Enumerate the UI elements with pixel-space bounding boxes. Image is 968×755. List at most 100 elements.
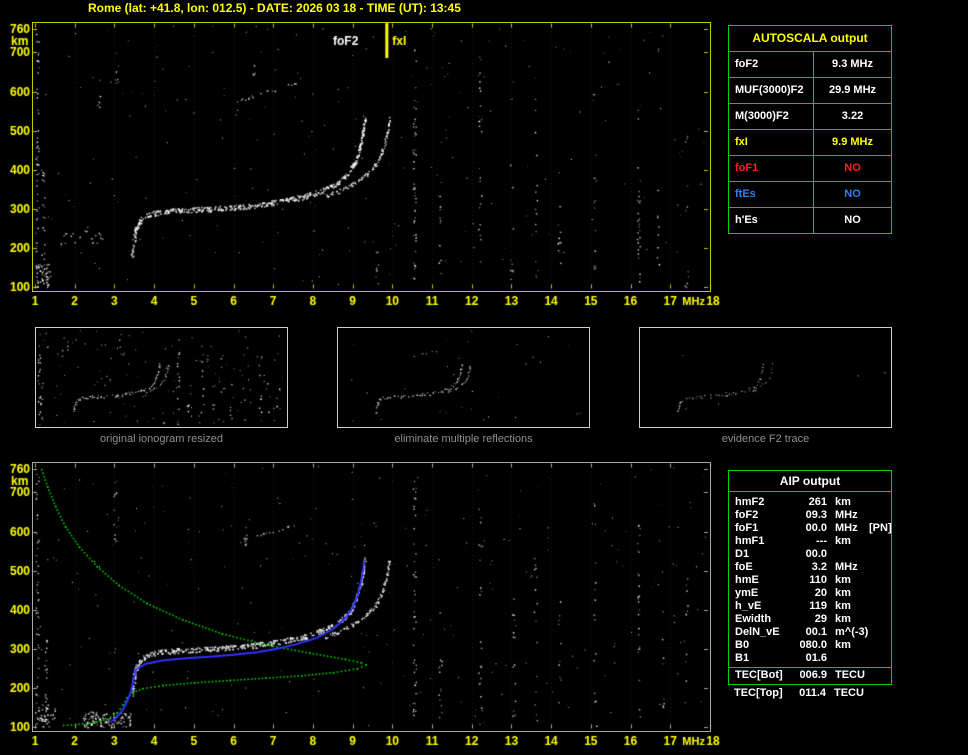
aip-cell-n: B1 bbox=[735, 652, 750, 664]
aip-cell-n: hmE bbox=[735, 574, 759, 586]
aip-cell-v: 110 bbox=[809, 574, 827, 586]
aip-row: hmE 110 km bbox=[729, 574, 891, 587]
aip-cell-v: 261 bbox=[808, 496, 827, 508]
aip-cell-v: 01.6 bbox=[805, 652, 827, 664]
aip-cell-n: Ewidth bbox=[735, 613, 772, 625]
aip-cell-u bbox=[827, 548, 867, 561]
aip-cell-e bbox=[867, 600, 891, 613]
aip-cell-n: foF1 bbox=[735, 522, 759, 534]
aip-tec-top-row: TEC[Top] 011.4 TECU bbox=[728, 687, 890, 700]
aip-table-rows: hmF2 261 km foF2 09.3 MHz foF1 00.0 MHz [PN] hmF1 -… bbox=[729, 496, 892, 665]
aip-cell-n: D1 bbox=[735, 548, 750, 560]
aip-cell-v: 09.3 bbox=[805, 509, 827, 521]
aip-row: h_vE 119 km bbox=[729, 600, 891, 613]
aip-cell-u: TECU bbox=[835, 669, 865, 681]
aip-cell-v: 00.0 bbox=[805, 548, 827, 560]
autoscala-row-label: h'Es bbox=[729, 208, 814, 233]
aip-cell-e bbox=[867, 669, 891, 682]
autoscala-row: foF1 NO bbox=[729, 156, 891, 182]
aip-row: DelN_vE 00.1 m^(-3) bbox=[729, 626, 891, 639]
autoscala-row-label: foF1 bbox=[729, 156, 814, 181]
aip-cell-u: MHz bbox=[835, 522, 858, 534]
autoscala-row-value: NO bbox=[844, 188, 861, 200]
aip-tec-bot-row: TEC[Bot] 006.9 TECU bbox=[729, 669, 891, 682]
aip-cell-v: 006.9 bbox=[799, 669, 827, 681]
aip-cell-e bbox=[867, 561, 891, 574]
autoscala-row-value: NO bbox=[844, 162, 861, 174]
aip-row: B0 080.0 km bbox=[729, 639, 891, 652]
station-title: Rome (lat: +41.8, lon: 012.5) - DATE: 20… bbox=[88, 1, 461, 15]
aip-cell-u: km bbox=[835, 613, 851, 625]
autoscala-row-value: 29.9 MHz bbox=[828, 84, 877, 96]
aip-cell-e bbox=[867, 496, 891, 509]
autoscala-row: foF2 9.3 MHz bbox=[729, 52, 891, 78]
aip-row: TEC[Bot] 006.9 TECU bbox=[729, 669, 891, 682]
aip-row: B1 01.6 bbox=[729, 652, 891, 665]
autoscala-row-label: foF2 bbox=[729, 52, 814, 77]
aip-cell-n: TEC[Bot] bbox=[735, 669, 783, 681]
aip-row: foF1 00.0 MHz [PN] bbox=[729, 522, 892, 535]
aip-cell-n: h_vE bbox=[735, 600, 762, 612]
autoscala-row-value: 9.3 MHz bbox=[832, 58, 873, 70]
aip-row: hmF2 261 km bbox=[729, 496, 891, 509]
autoscala-row: M(3000)F2 3.22 bbox=[729, 104, 891, 130]
thumbnail-caption-eliminate: eliminate multiple reflections bbox=[394, 433, 533, 445]
aip-cell-u: km bbox=[835, 639, 851, 651]
aip-cell-u: km bbox=[835, 535, 851, 547]
aip-cell-n: DelN_vE bbox=[735, 626, 780, 638]
aip-cell-e bbox=[867, 535, 891, 548]
aip-cell-n: foE bbox=[735, 561, 753, 573]
autoscala-row-label: ftEs bbox=[729, 182, 814, 207]
aip-cell-u: MHz bbox=[835, 561, 858, 573]
autoscala-row-label: MUF(3000)F2 bbox=[729, 78, 814, 103]
aip-table-header: AIP output bbox=[729, 471, 891, 492]
aip-cell-u bbox=[827, 652, 867, 665]
aip-cell-v: 00.1 bbox=[805, 626, 827, 638]
aip-row: TEC[Top] 011.4 TECU bbox=[728, 687, 890, 700]
autoscala-row-label: fxI bbox=[729, 130, 814, 155]
aip-cell-e bbox=[867, 548, 891, 561]
aip-row: D1 00.0 bbox=[729, 548, 891, 561]
autoscala-table-header: AUTOSCALA output bbox=[729, 26, 891, 52]
aip-cell-n: hmF2 bbox=[735, 496, 765, 508]
aip-cell-v: 29 bbox=[814, 613, 827, 625]
aip-cell-n: hmF1 bbox=[735, 535, 765, 547]
aip-cell-u: km bbox=[835, 587, 851, 599]
autoscala-row-value: 9.9 MHz bbox=[832, 136, 873, 148]
aip-row: ymE 20 km bbox=[729, 587, 891, 600]
aip-cell-v: 00.0 bbox=[805, 522, 827, 534]
autoscala-row: h'Es NO bbox=[729, 208, 891, 233]
aip-row: foE 3.2 MHz bbox=[729, 561, 891, 574]
thumbnail-caption-original: original ionogram resized bbox=[100, 433, 223, 445]
aip-cell-u: km bbox=[835, 600, 851, 612]
autoscala-row-label: M(3000)F2 bbox=[729, 104, 814, 129]
aip-cell-u: TECU bbox=[834, 687, 864, 699]
autoscala-row-value: 3.22 bbox=[841, 110, 864, 122]
aip-cell-v: --- bbox=[816, 535, 827, 547]
aip-cell-u: km bbox=[835, 574, 851, 586]
aip-cell-n: B0 bbox=[735, 639, 750, 651]
aip-cell-e bbox=[867, 639, 891, 652]
aip-cell-v: 011.4 bbox=[799, 687, 826, 699]
autoscala-row-value: NO bbox=[844, 214, 861, 226]
autoscala-row: MUF(3000)F2 29.9 MHz bbox=[729, 78, 891, 104]
aip-separator-line bbox=[729, 667, 891, 668]
aip-cell-u: km bbox=[835, 496, 851, 508]
aip-cell-u: m^(-3) bbox=[835, 626, 869, 638]
aip-cell-e bbox=[867, 626, 891, 639]
aip-cell-e bbox=[867, 587, 891, 600]
autoscala-table-rows: foF2 9.3 MHz MUF(3000)F2 29.9 MHz M(3000)F2 3… bbox=[729, 52, 891, 233]
thumbnail-caption-evidence: evidence F2 trace bbox=[721, 433, 810, 445]
aip-cell-e bbox=[867, 613, 891, 626]
aip-row: foF2 09.3 MHz bbox=[729, 509, 891, 522]
autoscala-row: ftEs NO bbox=[729, 182, 891, 208]
aip-cell-n: ymE bbox=[735, 587, 759, 599]
aip-cell-v: 20 bbox=[814, 587, 827, 599]
autoscala-output-table: AUTOSCALA output foF2 9.3 MHz MUF(3000)F2 2… bbox=[728, 25, 892, 234]
aip-output-table: AIP output hmF2 261 km foF2 09.3 MHz foF1 00.0 M… bbox=[728, 470, 892, 685]
aip-cell-n: foF2 bbox=[735, 509, 759, 521]
aip-cell-v: 119 bbox=[809, 600, 827, 612]
aip-cell-e: [PN] bbox=[869, 522, 892, 534]
aip-row: hmF1 --- km bbox=[729, 535, 891, 548]
aip-cell-e bbox=[867, 574, 891, 587]
